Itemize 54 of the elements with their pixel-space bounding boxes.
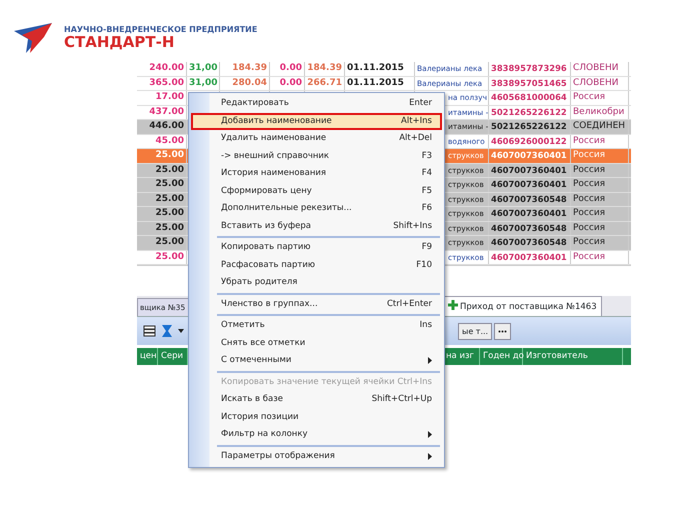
table-cell: 25.00	[137, 250, 187, 264]
table-cell: Россия	[571, 178, 629, 192]
logo-subtitle: НАУЧНО-ВНЕДРЕНЧЕСКОЕ ПРЕДПРИЯТИЕ	[64, 26, 258, 34]
table-cell: 0.00	[270, 62, 305, 76]
table-cell: 4607007360548	[489, 236, 571, 250]
table-cell: 4607007360401	[489, 250, 571, 264]
table-cell: 01.11.2015	[345, 62, 415, 76]
table-cell: 184.39	[305, 62, 345, 76]
table-cell: 25.00	[137, 149, 187, 162]
table-cell: 25.00	[137, 164, 187, 177]
table-cell: Россия	[571, 222, 629, 235]
table-cell: Россия	[571, 192, 629, 206]
table-cell: 4607007360548	[489, 192, 571, 206]
table-cell: 4607007360548	[489, 222, 571, 235]
table-cell: Россия	[571, 207, 629, 220]
table-cell: 5021265226122	[489, 120, 571, 134]
table-cell: 25.00	[137, 207, 187, 220]
logo-name: СТАНДАРТ-Н	[64, 34, 174, 50]
table-cell: СЛОВЕНИ	[571, 76, 629, 90]
table-cell: 4607007360401	[489, 149, 571, 162]
table-cell: 4607007360401	[489, 207, 571, 220]
table-cell: 25.00	[137, 236, 187, 250]
table-cell: 5021265226122	[489, 106, 571, 119]
table-cell: 266.71	[305, 76, 345, 90]
table-cell: 17.00	[137, 91, 187, 104]
table-cell: 25.00	[137, 192, 187, 206]
table-cell: Россия	[571, 236, 629, 250]
table-cell: 184.39	[220, 62, 270, 76]
table-cell: 240.00	[137, 62, 187, 76]
table-cell: 4605681000064	[489, 91, 571, 104]
table-cell: Россия	[571, 134, 629, 148]
table-cell: Россия	[571, 149, 629, 162]
table-cell: 365.00	[137, 76, 187, 90]
table-cell: Россия	[571, 250, 629, 264]
table-cell: Россия	[571, 91, 629, 104]
table-cell: 280.04	[220, 76, 270, 90]
table-cell: 01.11.2015	[345, 76, 415, 90]
table-cell: 4607007360401	[489, 178, 571, 192]
table-cell: 4606926000122	[489, 134, 571, 148]
table-cell: 31,00	[187, 62, 220, 76]
table-cell: СОЕДИНЕН	[571, 120, 629, 134]
table-cell: 4607007360401	[489, 164, 571, 177]
table-cell: 437.00	[137, 106, 187, 119]
table-cell: 31,00	[187, 76, 220, 90]
table-cell: 45.00	[137, 134, 187, 148]
table-cell: 446.00	[137, 120, 187, 134]
table-cell: 0.00	[270, 76, 305, 90]
table-cell: 25.00	[137, 222, 187, 235]
table-cell: 25.00	[137, 178, 187, 192]
table-cell: Россия	[571, 164, 629, 177]
table-cell: 3838957873296	[489, 62, 571, 76]
table-cell: 3838957051465	[489, 76, 571, 90]
table-cell: СЛОВЕНИ	[571, 62, 629, 76]
table-cell: Великобри	[571, 106, 629, 119]
